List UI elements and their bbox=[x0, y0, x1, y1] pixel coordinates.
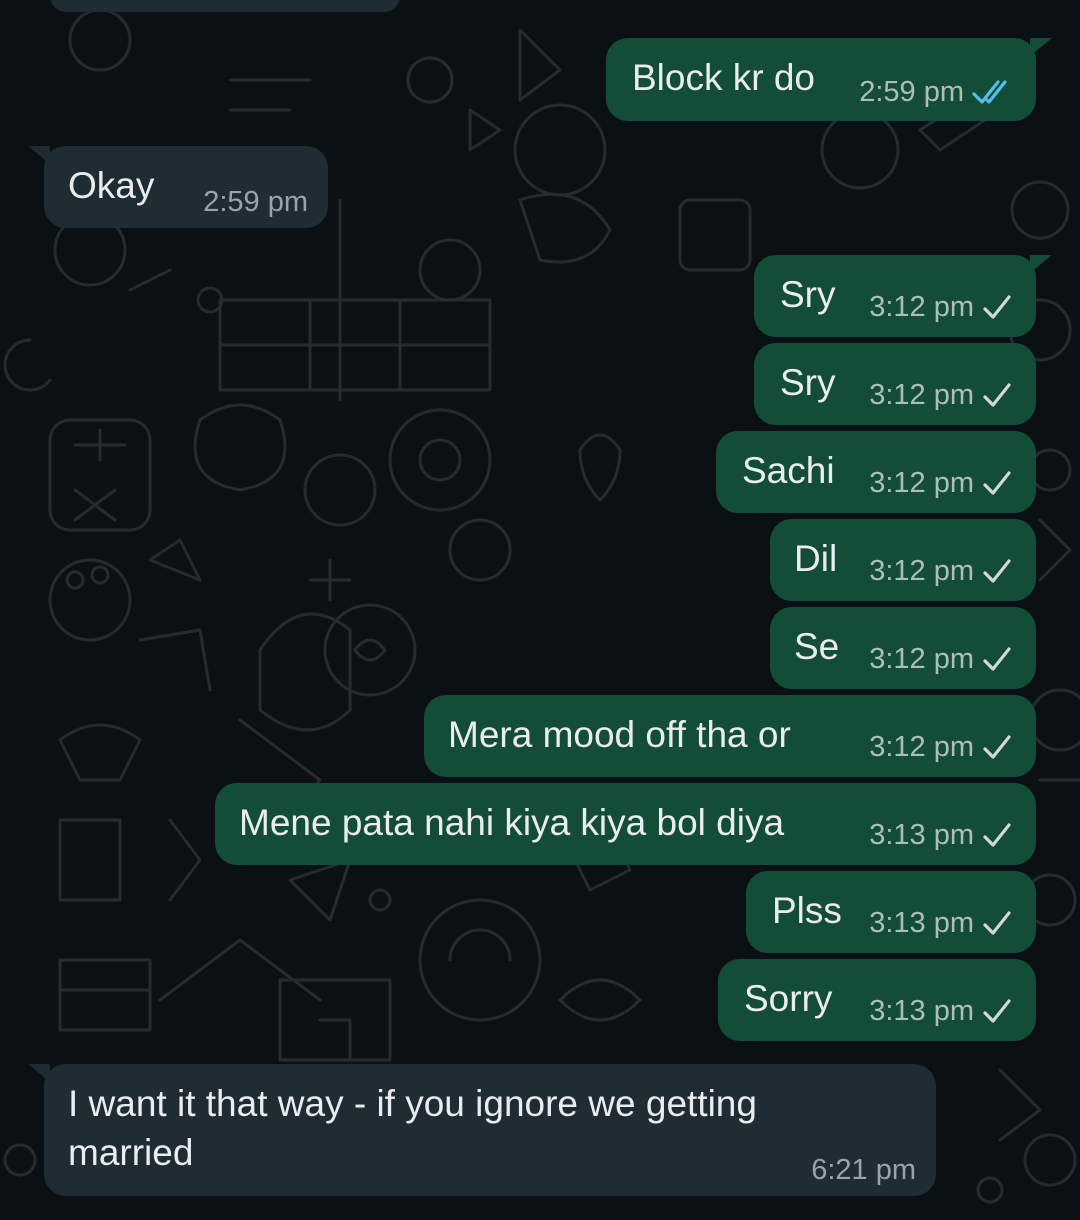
message-meta: 6:21 pm bbox=[811, 1154, 916, 1187]
sent-single-tick-icon bbox=[983, 998, 1011, 1023]
message-meta: 3:12 pm bbox=[869, 467, 1012, 500]
message-time: 3:13 pm bbox=[869, 819, 974, 851]
message-bubble-outgoing[interactable]: Sachi 3:12 pm bbox=[716, 431, 1036, 513]
message-meta: 3:12 pm bbox=[869, 643, 1012, 676]
message-text: Sry bbox=[780, 362, 836, 403]
message-text-line-1: I want it that way - if you ignore we ge… bbox=[68, 1083, 757, 1124]
sent-single-tick-icon bbox=[983, 646, 1011, 671]
message-time: 3:12 pm bbox=[869, 555, 974, 587]
message-bubble-outgoing[interactable]: Plss 3:13 pm bbox=[746, 871, 1036, 953]
message-text: Sachi bbox=[742, 450, 835, 491]
message-bubble-outgoing[interactable]: Mera mood off tha or 3:12 pm bbox=[424, 695, 1036, 777]
message-text: Mene pata nahi kiya kiya bol diya bbox=[239, 802, 785, 843]
message-time: 2:59 pm bbox=[203, 186, 308, 218]
sent-single-tick-icon bbox=[983, 294, 1011, 319]
message-time: 3:13 pm bbox=[869, 995, 974, 1027]
message-text: Sorry bbox=[744, 978, 833, 1019]
message-meta: 2:59 pm bbox=[203, 186, 308, 219]
message-text: Mera mood off tha or bbox=[448, 714, 791, 755]
message-time: 3:13 pm bbox=[869, 907, 974, 939]
message-text: Se bbox=[794, 626, 840, 667]
sent-single-tick-icon bbox=[983, 382, 1011, 407]
message-bubble-outgoing[interactable]: Sorry 3:13 pm bbox=[718, 959, 1036, 1041]
message-meta: 3:13 pm bbox=[869, 907, 1012, 940]
message-bubble-outgoing[interactable]: Sry 3:12 pm bbox=[754, 255, 1052, 337]
message-bubble-outgoing[interactable]: Mene pata nahi kiya kiya bol diya 3:13 p… bbox=[215, 783, 1036, 865]
message-time: 3:12 pm bbox=[869, 379, 974, 411]
message-text: Plss bbox=[772, 890, 842, 931]
message-bubble-outgoing[interactable]: Block kr do 2:59 pm bbox=[606, 38, 1052, 121]
sent-single-tick-icon bbox=[983, 822, 1011, 847]
message-time: 3:12 pm bbox=[869, 467, 974, 499]
message-text: Okay bbox=[68, 165, 155, 206]
message-meta: 3:12 pm bbox=[869, 291, 1012, 324]
message-meta: 2:59 pm bbox=[859, 76, 1012, 109]
message-bubble-outgoing[interactable]: Dil 3:12 pm bbox=[770, 519, 1036, 601]
message-text: Sry bbox=[780, 274, 836, 315]
message-time: 3:12 pm bbox=[869, 643, 974, 675]
message-meta: 3:13 pm bbox=[869, 995, 1012, 1028]
message-meta: 3:13 pm bbox=[869, 819, 1012, 852]
message-time: 3:12 pm bbox=[869, 291, 974, 323]
message-time: 2:59 pm bbox=[859, 76, 964, 108]
previous-message-fragment bbox=[50, 0, 400, 12]
message-text: Dil bbox=[794, 538, 838, 579]
sent-single-tick-icon bbox=[983, 734, 1011, 759]
message-bubble-outgoing[interactable]: Se 3:12 pm bbox=[770, 607, 1036, 689]
sent-single-tick-icon bbox=[983, 470, 1011, 495]
message-text: Block kr do bbox=[632, 57, 816, 98]
message-meta: 3:12 pm bbox=[869, 555, 1012, 588]
message-bubble-incoming[interactable]: Okay 2:59 pm bbox=[28, 146, 328, 228]
message-text-line-2: married bbox=[68, 1132, 194, 1173]
read-double-tick-icon bbox=[972, 79, 1007, 104]
message-meta: 3:12 pm bbox=[869, 379, 1012, 412]
message-time: 3:12 pm bbox=[869, 731, 974, 763]
message-bubble-incoming[interactable]: I want it that way - if you ignore we ge… bbox=[28, 1064, 936, 1196]
sent-single-tick-icon bbox=[983, 910, 1011, 935]
message-bubble-outgoing[interactable]: Sry 3:12 pm bbox=[754, 343, 1036, 425]
sent-single-tick-icon bbox=[983, 558, 1011, 583]
message-time: 6:21 pm bbox=[811, 1154, 916, 1186]
message-meta: 3:12 pm bbox=[869, 731, 1012, 764]
chat-conversation[interactable]: Block kr do 2:59 pm Okay 2:59 pm Sry 3:1… bbox=[0, 0, 1080, 1220]
